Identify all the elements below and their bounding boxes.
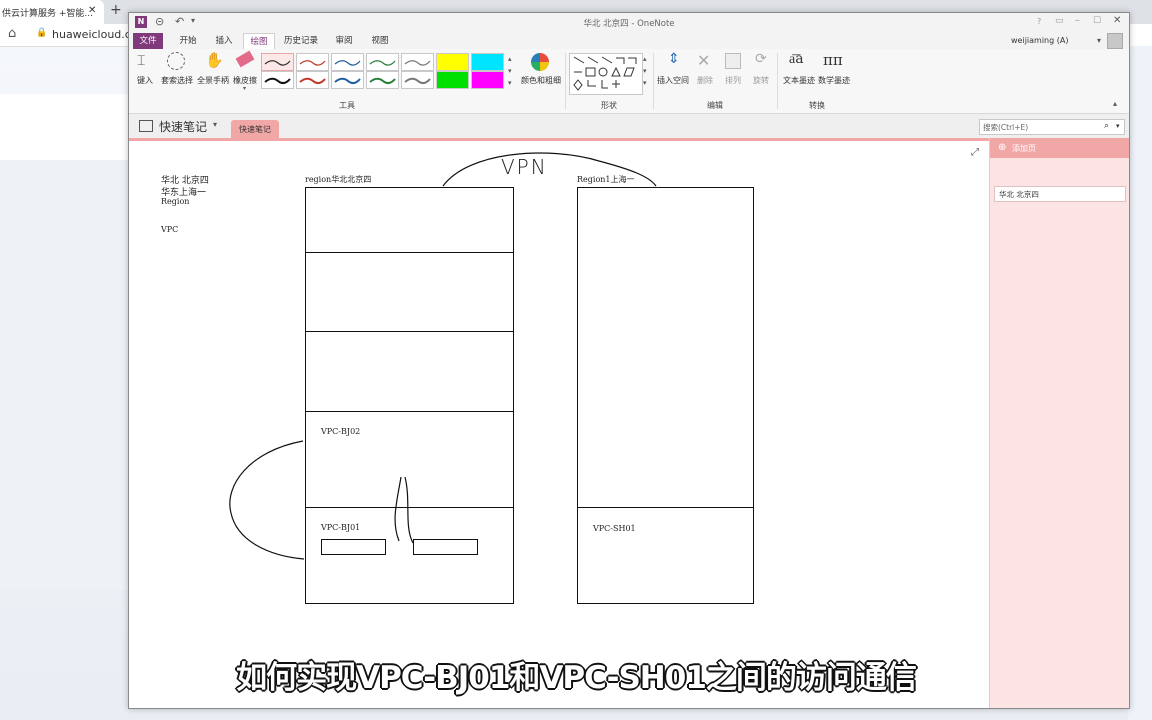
chevron-down-icon[interactable]: ▾ xyxy=(1116,122,1120,130)
pen-swatch[interactable] xyxy=(331,53,364,71)
pen-swatch[interactable] xyxy=(296,71,329,89)
page-right-strip xyxy=(1128,46,1152,720)
window-title: 华北 北京四 - OneNote xyxy=(583,19,675,29)
notebook-name[interactable]: 快速笔记 xyxy=(159,118,207,135)
page-item-label: 华北 北京四 xyxy=(999,190,1039,199)
browser-tab-title: 供云计算服务 +智能... xyxy=(2,9,93,19)
section-tab[interactable]: 快速笔记 xyxy=(231,120,279,138)
search-box[interactable]: 搜索(Ctrl+E) ⌕ ▾ xyxy=(979,119,1125,135)
ink-to-math-icon: ππ xyxy=(823,51,843,69)
close-icon[interactable]: ✕ xyxy=(1113,15,1121,26)
ink-to-text-icon: a͞a xyxy=(789,51,804,67)
chevron-down-icon[interactable]: ▾ xyxy=(213,120,217,129)
title-bar: N ⊝ ↶ ▾ 华北 北京四 - OneNote ? ▭ – ☐ ✕ xyxy=(129,13,1129,33)
insert-space-button[interactable]: 插入空间 xyxy=(657,75,689,86)
color-wheel-icon xyxy=(531,53,549,71)
arrange-icon xyxy=(725,53,741,69)
notebook-icon xyxy=(139,120,153,132)
tab-insert[interactable]: 插入 xyxy=(209,33,239,49)
help-button[interactable]: ? xyxy=(1037,17,1041,26)
vpn-handwriting: VPN xyxy=(501,155,548,179)
ink-to-text-button[interactable]: 文本墨迹 xyxy=(783,75,815,86)
highlighter-magenta[interactable] xyxy=(471,71,504,89)
collapse-ribbon-icon[interactable]: ▴ xyxy=(1113,99,1117,108)
pen-swatch[interactable] xyxy=(331,71,364,89)
delete-icon: ✕ xyxy=(697,51,711,70)
tab-view[interactable]: 视图 xyxy=(365,33,395,49)
arrange-button[interactable]: 排列 xyxy=(725,75,741,86)
shapes-scroll-icon[interactable]: ▴ ▾ ▾ xyxy=(643,53,647,89)
close-icon[interactable]: ✕ xyxy=(88,5,96,16)
lock-icon: 🔒 xyxy=(36,28,48,38)
highlighter-yellow[interactable] xyxy=(436,53,469,71)
insert-space-icon: ⇕ xyxy=(668,51,680,67)
search-input[interactable]: 搜索(Ctrl+E) xyxy=(983,122,1028,133)
pen-swatch[interactable] xyxy=(261,71,294,89)
pen-swatch[interactable] xyxy=(261,53,294,71)
ink-strokes xyxy=(229,152,657,560)
color-thickness-button[interactable]: 颜色和粗细 xyxy=(521,75,561,86)
tab-draw[interactable]: 绘图 xyxy=(243,33,275,50)
ribbon-display-icon[interactable]: ▭ xyxy=(1055,16,1064,26)
rotate-icon: ⟳ xyxy=(755,51,767,67)
minimize-icon[interactable]: – xyxy=(1075,15,1080,26)
ribbon: ⌶ 键入 套索选择 ✋ 全景手柄 橡皮擦 ▾ ▴ ▾ ▾ 颜色和粗细 工具 ▴ … xyxy=(129,49,1129,114)
hand-icon: ✋ xyxy=(205,51,224,69)
group-edit-label: 编辑 xyxy=(707,101,723,110)
tab-history[interactable]: 历史记录 xyxy=(281,33,321,49)
ink-to-math-button[interactable]: 数学墨迹 xyxy=(818,75,850,86)
maximize-icon[interactable]: ☐ xyxy=(1093,16,1101,26)
home-icon[interactable]: ⌂ xyxy=(8,26,16,41)
plus-icon: ⊕ xyxy=(998,142,1007,153)
lasso-select-button[interactable]: 套索选择 xyxy=(161,75,193,86)
highlighter-cyan[interactable] xyxy=(471,53,504,71)
group-separator xyxy=(565,53,566,109)
ribbon-tabs: 文件 开始 插入 绘图 历史记录 审阅 视图 weijiaming (A) ▾ xyxy=(129,33,1129,50)
page-content-band xyxy=(0,160,130,590)
onenote-window: N ⊝ ↶ ▾ 华北 北京四 - OneNote ? ▭ – ☐ ✕ 文件 开始… xyxy=(128,12,1130,709)
group-separator xyxy=(653,53,654,109)
pen-swatch[interactable] xyxy=(401,71,434,89)
tab-home[interactable]: 开始 xyxy=(173,33,203,49)
pen-swatch[interactable] xyxy=(366,71,399,89)
group-shapes-label: 形状 xyxy=(601,101,617,110)
pen-swatch[interactable] xyxy=(401,53,434,71)
gallery-scroll-icon[interactable]: ▴ ▾ ▾ xyxy=(508,53,512,89)
page-banner xyxy=(0,94,130,160)
tool-type-button[interactable]: 键入 xyxy=(137,75,153,86)
page-item[interactable]: 华北 北京四 xyxy=(994,186,1126,202)
notebook-bar: 快速笔记 ▾ 快速笔记 搜索(Ctrl+E) ⌕ ▾ xyxy=(129,114,1129,141)
section-tab-label: 快速笔记 xyxy=(239,125,271,134)
eraser-dropdown-icon[interactable]: ▾ xyxy=(243,85,246,92)
group-tools-label: 工具 xyxy=(339,101,355,110)
delete-button[interactable]: 删除 xyxy=(697,75,713,86)
group-separator xyxy=(777,53,778,109)
pen-swatch[interactable] xyxy=(296,53,329,71)
add-page-button[interactable]: ⊕ 添加页 xyxy=(990,138,1129,158)
cursor-text-icon: ⌶ xyxy=(137,53,146,69)
browser-tab[interactable]: 供云计算服务 +智能... ✕ xyxy=(0,0,104,24)
tab-file[interactable]: 文件 xyxy=(133,33,163,49)
chevron-down-icon[interactable]: ▾ xyxy=(1097,36,1101,45)
tab-review[interactable]: 审阅 xyxy=(329,33,359,49)
user-name[interactable]: weijiaming (A) xyxy=(1011,36,1068,45)
shapes-gallery[interactable] xyxy=(569,53,643,95)
eraser-icon xyxy=(235,50,255,68)
pan-button[interactable]: 全景手柄 xyxy=(197,75,229,86)
lasso-icon xyxy=(167,52,185,70)
group-convert-label: 转换 xyxy=(809,101,825,110)
avatar[interactable] xyxy=(1107,33,1123,49)
add-page-label: 添加页 xyxy=(1012,144,1036,153)
highlighter-green[interactable] xyxy=(436,71,469,89)
note-canvas[interactable]: ⤢ 华北 北京四 华东上海一 Region VPC region华北北京四 Re… xyxy=(129,141,989,708)
page-list-pane: ⊕ 添加页 华北 北京四 xyxy=(989,138,1129,708)
pen-swatch[interactable] xyxy=(366,53,399,71)
new-tab-button[interactable]: + xyxy=(110,2,122,18)
search-icon[interactable]: ⌕ xyxy=(1104,121,1109,131)
rotate-button[interactable]: 旋转 xyxy=(753,75,769,86)
video-subtitle: 如何实现VPC-BJ01和VPC-SH01之间的访问通信 xyxy=(236,660,917,696)
